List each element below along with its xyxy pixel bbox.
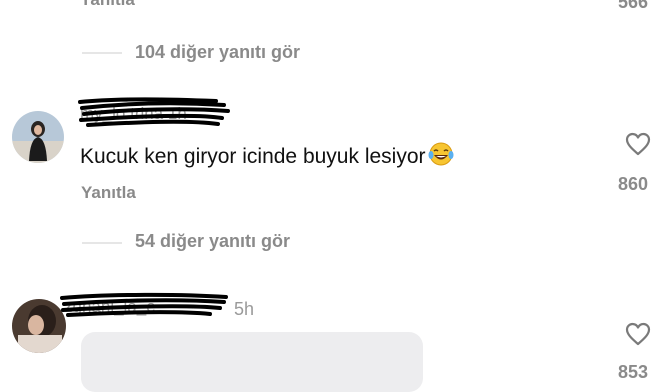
- comment-text: Kucuk ken giryor icinde buyuk lesiyor: [80, 142, 454, 172]
- reply-button[interactable]: Yanıtla: [81, 183, 136, 203]
- comment-image-placeholder[interactable]: [81, 332, 423, 392]
- comment-time: 5h: [234, 299, 255, 319]
- tears-of-joy-emoji: [428, 142, 454, 172]
- heart-outline-icon[interactable]: [625, 132, 651, 156]
- reply-button[interactable]: Yanıtla: [80, 0, 135, 10]
- like-count: 860: [618, 174, 649, 194]
- avatar-photo: [12, 111, 64, 163]
- divider-line: [82, 242, 122, 244]
- divider-line: [82, 52, 122, 54]
- redaction-scribble: [60, 292, 228, 317]
- redaction-scribble: [78, 97, 230, 127]
- like-count: 566: [618, 0, 649, 12]
- comment-body: Kucuk ken giryor icinde buyuk lesiyor: [80, 145, 426, 168]
- view-more-replies-button[interactable]: 54 diğer yanıtı gör: [135, 231, 290, 252]
- view-more-replies-button[interactable]: 104 diğer yanıtı gör: [135, 42, 300, 63]
- heart-outline-icon[interactable]: [625, 322, 651, 346]
- avatar-photo: [12, 299, 66, 353]
- avatar[interactable]: [12, 299, 66, 353]
- like-count: 853: [618, 362, 649, 382]
- avatar[interactable]: [12, 111, 64, 163]
